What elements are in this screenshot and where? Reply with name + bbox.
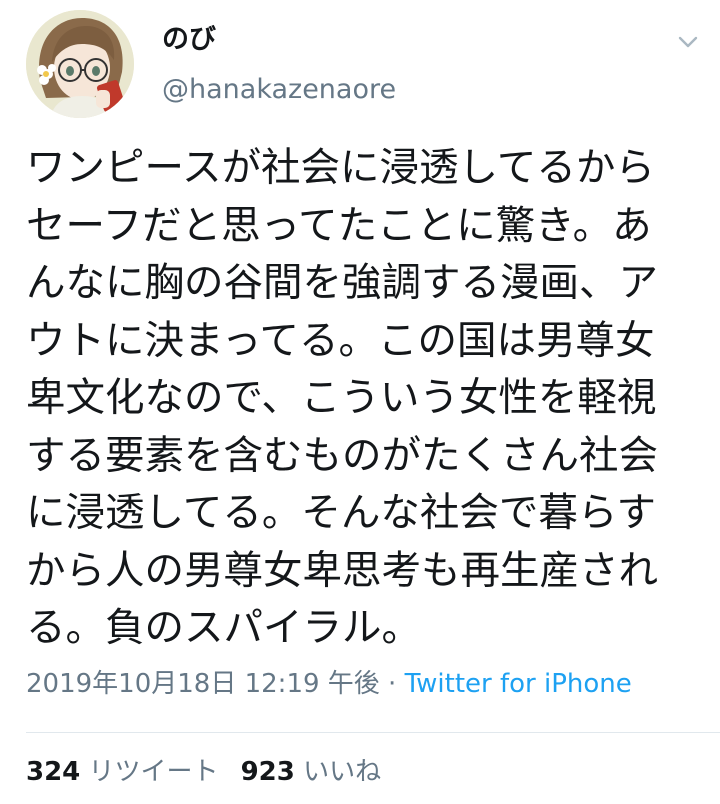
like-count: 923 (240, 757, 295, 787)
tweet-source-link[interactable]: Twitter for iPhone (405, 669, 632, 699)
chevron-down-icon[interactable] (674, 28, 702, 56)
tweet-text: ワンピースが社会に浸透してるから セーフだと思ってたことに驚き。あ んなに胸の谷… (26, 145, 658, 651)
tweet-timestamp[interactable]: 2019年10月18日 12:19 午後 (26, 669, 380, 699)
retweet-label: リツイート (88, 757, 219, 787)
likes-stat[interactable]: 923 いいね (241, 757, 382, 787)
display-name[interactable]: のび (162, 22, 216, 58)
avatar-illustration (26, 10, 134, 118)
retweets-stat[interactable]: 324 リツイート (26, 757, 219, 787)
tweet-meta: 2019年10月18日 12:19 午後 · Twitter for iPhon… (26, 664, 632, 704)
like-label: いいね (303, 757, 382, 787)
avatar[interactable] (26, 10, 134, 118)
divider (26, 732, 720, 733)
engagement-stats: 324 リツイート 923 いいね (26, 752, 381, 792)
tweet-card: のび @hanakazenaore ワンピースが社会に浸透してるから セーフだと… (0, 0, 720, 804)
user-handle[interactable]: @hanakazenaore (162, 72, 396, 108)
meta-separator: · (379, 669, 405, 699)
retweet-count: 324 (26, 757, 81, 787)
